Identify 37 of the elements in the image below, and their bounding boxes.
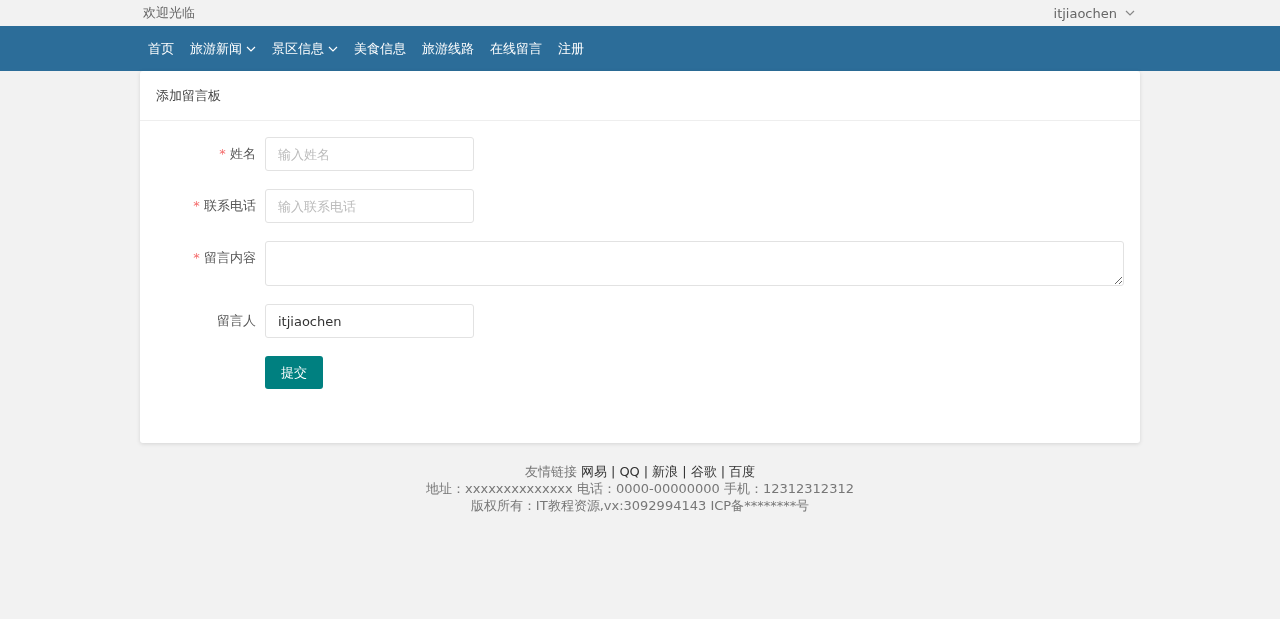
links-label: 友情链接 bbox=[525, 463, 577, 480]
chevron-down-icon bbox=[1125, 10, 1135, 16]
chevron-down-icon bbox=[246, 45, 256, 52]
user-menu[interactable]: itjiaochen bbox=[1053, 5, 1135, 21]
field-label: 联系电话 bbox=[204, 198, 256, 213]
separator-text: | bbox=[643, 463, 649, 480]
input-field[interactable]: 输入姓名 bbox=[265, 137, 474, 171]
footer-link[interactable]: 新浪 bbox=[652, 463, 679, 480]
required-mark: * bbox=[193, 250, 200, 265]
separator-text: | bbox=[611, 463, 616, 480]
input-field[interactable]: itjiaochen bbox=[265, 304, 474, 338]
separator-text: | bbox=[720, 463, 725, 480]
footer-link[interactable]: 百度 bbox=[729, 463, 755, 480]
nav-item[interactable]: 景区信息 bbox=[264, 26, 346, 71]
field-label: 姓名 bbox=[230, 146, 256, 161]
required-mark: * bbox=[219, 146, 226, 161]
copyright-text: 版权所有：IT教程资源,vx:3092994143 ICP备********号 bbox=[469, 497, 811, 514]
required-mark: * bbox=[193, 198, 200, 213]
separator-text: | bbox=[682, 463, 687, 480]
footer-link[interactable]: 谷歌 bbox=[690, 463, 717, 480]
field-label: 留言内容 bbox=[204, 250, 256, 265]
message-textarea[interactable] bbox=[265, 241, 1124, 286]
nav-item[interactable]: 在线留言 bbox=[482, 26, 550, 71]
chevron-down-icon bbox=[328, 45, 338, 52]
nav-item[interactable]: 注册 bbox=[550, 26, 592, 71]
input-field[interactable]: 输入联系电话 bbox=[265, 189, 474, 223]
nav-item[interactable]: 首页 bbox=[140, 26, 182, 71]
nav-item[interactable]: 旅游线路 bbox=[414, 26, 482, 71]
nav-item[interactable]: 旅游新闻 bbox=[182, 26, 264, 71]
welcome-text: 欢迎光临 bbox=[143, 4, 195, 22]
submit-button[interactable]: 提交 bbox=[265, 356, 323, 389]
footer-link[interactable]: 网易 bbox=[581, 463, 607, 480]
field-label: 留言人 bbox=[217, 313, 256, 328]
nav-item[interactable]: 美食信息 bbox=[346, 26, 414, 71]
footer-link[interactable]: QQ bbox=[619, 463, 640, 480]
card-title: 添加留言板 bbox=[156, 88, 221, 103]
address-text: 地址：xxxxxxxxxxxxxx 电话：0000-00000000 手机：12312312312 bbox=[425, 480, 855, 497]
